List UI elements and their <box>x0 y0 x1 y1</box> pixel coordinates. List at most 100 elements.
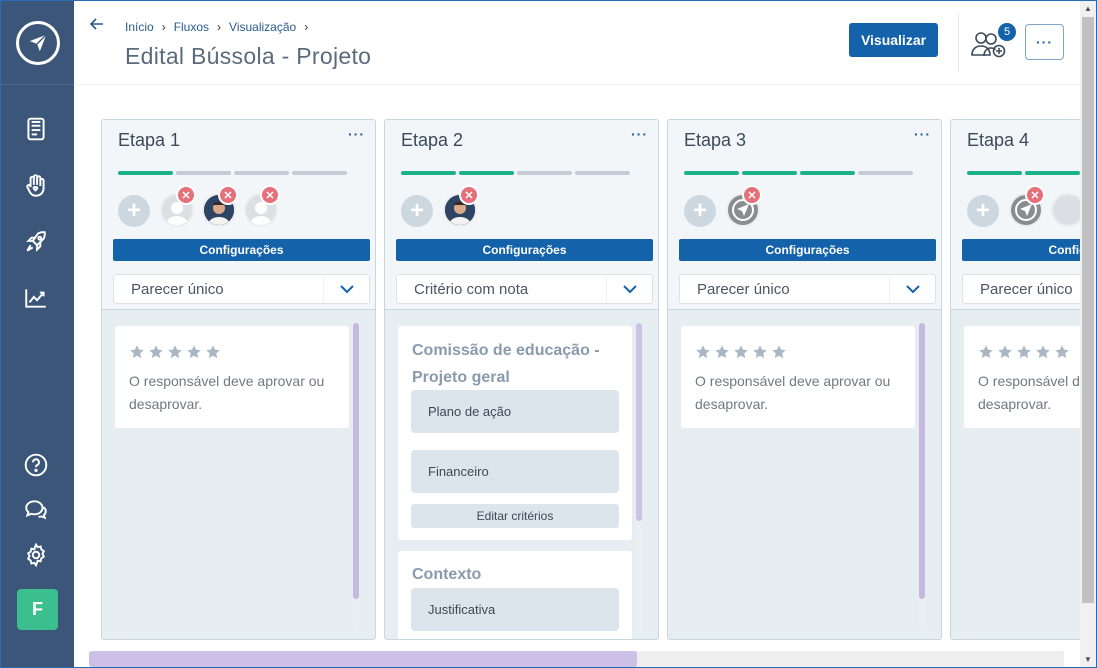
star-icon <box>1017 345 1031 359</box>
visualizar-button[interactable]: Visualizar <box>849 23 938 57</box>
breadcrumb-visualizacao[interactable]: Visualização <box>229 20 296 34</box>
page-header: Início › Fluxos › Visualização › Edital … <box>74 1 1096 85</box>
settings-icon[interactable] <box>21 540 51 570</box>
scrollbar-thumb[interactable] <box>919 323 925 599</box>
star-icon <box>149 345 163 359</box>
stage-header: Etapa 4 ··· + ✕ Configurações Parecer ún… <box>951 120 1080 310</box>
logo-icon[interactable] <box>15 20 60 65</box>
stage-body: O responsável deve aprovar ou desaprovar… <box>668 311 941 639</box>
remove-assignee-icon[interactable]: ✕ <box>1025 185 1045 205</box>
configuracoes-button[interactable]: Configurações <box>396 239 653 261</box>
hand-heart-icon[interactable] <box>21 171 51 201</box>
star-icon <box>130 345 144 359</box>
star-icon <box>753 345 767 359</box>
stage-assignees: + ✕ <box>401 185 651 227</box>
progress-segment <box>401 171 456 175</box>
stage-menu-icon[interactable]: ··· <box>631 126 648 142</box>
chat-icon[interactable] <box>21 495 51 525</box>
scroll-up-icon[interactable]: ▲ <box>1084 4 1092 13</box>
progress-segment <box>742 171 797 175</box>
stage-column-4: Etapa 4 ··· + ✕ Configurações Parecer ún… <box>950 119 1080 640</box>
column-scrollbar[interactable] <box>353 323 359 631</box>
stage-column-3: Etapa 3 ··· + ✕ Configurações Parecer ún… <box>667 119 942 640</box>
add-assignee-button[interactable]: + <box>401 195 433 227</box>
sidebar: F <box>1 1 74 667</box>
logo-area[interactable] <box>1 1 74 85</box>
configuracoes-button[interactable]: Configurações <box>962 239 1080 261</box>
user-avatar[interactable]: F <box>17 589 58 630</box>
stage-body: O responsável deve aprovar ou desaprovar… <box>951 311 1080 639</box>
stage-type-select[interactable]: Parecer único <box>962 274 1080 304</box>
rocket-icon[interactable] <box>21 227 51 257</box>
stage-body: Comissão de educação - Projeto geral Pla… <box>385 311 658 639</box>
add-assignee-button[interactable]: + <box>967 195 999 227</box>
criteria-group-title: Contexto <box>412 566 482 583</box>
card-description: O responsável deve aprovar ou desaprovar… <box>129 373 325 412</box>
star-icon <box>715 345 729 359</box>
stage-type-select[interactable]: Parecer único <box>113 274 370 304</box>
criteria-group-card: Contexto Justificativa <box>398 551 632 639</box>
chevron-down-icon[interactable] <box>606 275 652 303</box>
stage-type-select[interactable]: Parecer único <box>679 274 936 304</box>
remove-assignee-icon[interactable]: ✕ <box>176 185 196 205</box>
stage-menu-icon[interactable]: ··· <box>348 126 365 142</box>
stage-type-value: Critério com nota <box>414 281 529 298</box>
rating-stars <box>695 344 787 360</box>
stage-menu-icon[interactable]: ··· <box>914 126 931 142</box>
stage-header: Etapa 3 ··· + ✕ Configurações Parecer ún… <box>668 120 941 310</box>
breadcrumb-fluxos[interactable]: Fluxos <box>174 20 209 34</box>
add-assignee-button[interactable]: + <box>684 195 716 227</box>
document-icon[interactable] <box>21 114 51 144</box>
chevron-right-icon: › <box>217 20 222 34</box>
configuracoes-button[interactable]: Configurações <box>113 239 370 261</box>
back-arrow-icon[interactable] <box>88 15 106 33</box>
chevron-right-icon: › <box>304 20 309 34</box>
criterion-item[interactable]: Plano de ação <box>411 390 619 433</box>
header-divider <box>958 13 959 71</box>
criterion-item[interactable]: Financeiro <box>411 450 619 493</box>
breadcrumb-inicio[interactable]: Início <box>125 20 154 34</box>
chevron-down-icon[interactable] <box>889 275 935 303</box>
scrollbar-thumb[interactable] <box>636 323 642 521</box>
remove-assignee-icon[interactable]: ✕ <box>459 185 479 205</box>
scroll-down-icon[interactable]: ▼ <box>1084 655 1092 664</box>
configuracoes-button[interactable]: Configurações <box>679 239 936 261</box>
scrollbar-thumb[interactable] <box>1082 17 1094 603</box>
board-horizontal-scrollbar[interactable] <box>89 651 1064 667</box>
progress-segment <box>858 171 913 175</box>
chevron-down-icon[interactable] <box>323 275 369 303</box>
stage-type-value: Parecer único <box>980 281 1073 298</box>
page-vertical-scrollbar[interactable]: ▲ ▼ <box>1080 1 1096 667</box>
add-assignee-button[interactable]: + <box>118 195 150 227</box>
criterion-item[interactable]: Justificativa <box>411 588 619 631</box>
chart-icon[interactable] <box>21 283 51 313</box>
more-options-button[interactable]: ··· <box>1025 24 1064 60</box>
progress-segment <box>800 171 855 175</box>
star-icon <box>206 345 220 359</box>
progress-segment <box>1025 171 1080 175</box>
scrollbar-thumb[interactable] <box>89 651 637 667</box>
remove-assignee-icon[interactable]: ✕ <box>742 185 762 205</box>
star-icon <box>187 345 201 359</box>
stages-board: Etapa 1 ··· + ✕ ✕ ✕ Configurações Parece… <box>74 85 1080 667</box>
breadcrumb: Início › Fluxos › Visualização › <box>125 20 308 34</box>
remove-assignee-icon[interactable]: ✕ <box>260 185 280 205</box>
avatar[interactable] <box>1051 193 1080 227</box>
scrollbar-thumb[interactable] <box>353 323 359 599</box>
progress-segment <box>118 171 173 175</box>
stage-title: Etapa 4 <box>967 130 1030 150</box>
progress-segment <box>234 171 289 175</box>
edit-criteria-button[interactable]: Editar critérios <box>411 504 619 528</box>
stage-column-2: Etapa 2 ··· + ✕ Configurações Critério c… <box>384 119 659 640</box>
remove-assignee-icon[interactable]: ✕ <box>218 185 238 205</box>
stage-type-value: Parecer único <box>131 281 224 298</box>
stage-type-select[interactable]: Critério com nota <box>396 274 653 304</box>
progress-segment <box>176 171 231 175</box>
column-scrollbar[interactable] <box>919 323 925 631</box>
app-window: F Início › Fluxos › Visualização › Edita… <box>0 0 1097 668</box>
help-icon[interactable] <box>21 450 51 480</box>
progress-segment <box>517 171 572 175</box>
stage-progress <box>118 171 347 175</box>
column-scrollbar[interactable] <box>636 323 642 631</box>
evaluation-card: O responsável deve aprovar ou desaprovar… <box>681 326 915 428</box>
